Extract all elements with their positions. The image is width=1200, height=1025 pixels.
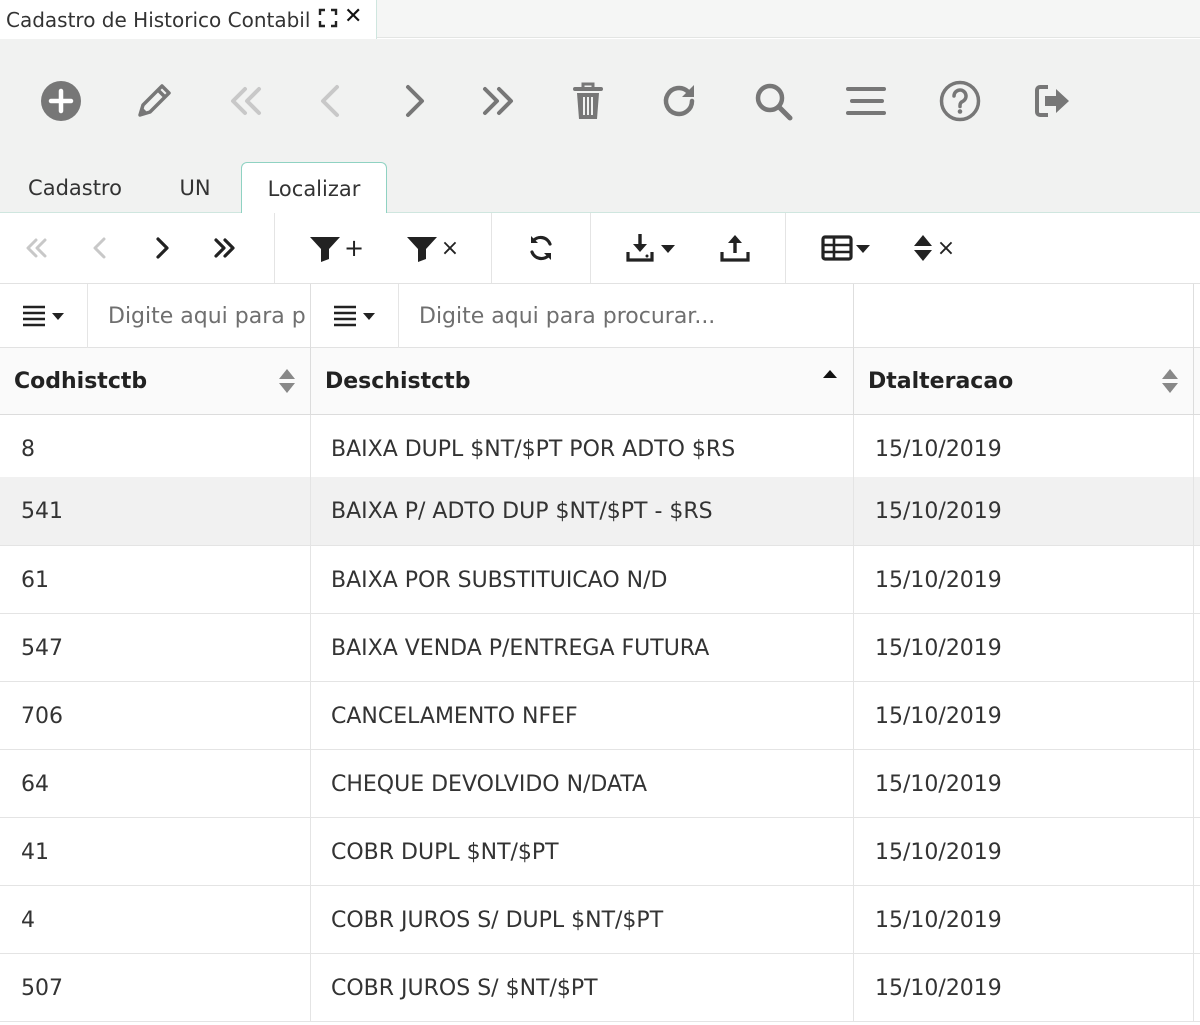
cell-deschistctb[interactable]: CHEQUE DEVOLVIDO N/DATA [311,750,854,818]
cell-dtalteracao[interactable]: 15/10/2019 [854,614,1194,682]
table-row[interactable]: 507 COBR JUROS S/ $NT/$PT 15/10/2019 [0,954,1200,1022]
filter-menu-button[interactable] [0,284,88,348]
last-icon[interactable] [472,75,524,127]
window-tab[interactable]: Cadastro de Historico Contabil ✕ [0,0,377,39]
cell-codhistctb[interactable]: 61 [0,546,311,614]
column-header-label: Codhistctb [14,369,148,394]
table-row[interactable]: 4 COBR JUROS S/ DUPL $NT/$PT 15/10/2019 [0,886,1200,954]
table-row[interactable]: 41 COBR DUPL $NT/$PT 15/10/2019 [0,818,1200,886]
sort-icon[interactable] [1159,366,1181,396]
cell-dtalteracao[interactable]: 15/10/2019 [854,415,1194,483]
maximize-icon[interactable] [316,6,340,30]
grid-toolbar-separator [590,213,591,283]
cell-deschistctb[interactable]: BAIXA P/ ADTO DUP $NT/$PT - $RS [311,477,854,546]
filter-input-deschistctb[interactable] [399,284,849,348]
cell-codhistctb[interactable]: 541 [0,477,311,546]
column-header-label: Deschistctb [325,369,471,394]
table-row[interactable]: 706 CANCELAMENTO NFEF 15/10/2019 [0,682,1200,750]
previous-icon [305,75,357,127]
cell-dtalteracao[interactable]: 15/10/2019 [854,750,1194,818]
grid-next-icon[interactable] [142,226,182,270]
help-icon[interactable] [934,75,986,127]
grid-toolbar-separator [274,213,275,283]
cell-dtalteracao[interactable]: 15/10/2019 [854,546,1194,614]
menu-icon[interactable] [840,75,892,127]
add-icon[interactable] [35,75,87,127]
import-icon[interactable] [715,226,755,270]
cell-dtalteracao[interactable]: 15/10/2019 [854,477,1194,546]
cell-codhistctb[interactable]: 8 [0,415,311,483]
sort-ascending-icon[interactable] [819,366,841,396]
sort-clear-glyph: × [936,235,956,261]
cell-deschistctb[interactable]: COBR DUPL $NT/$PT [311,818,854,886]
cell-codhistctb[interactable]: 64 [0,750,311,818]
filter-add-button[interactable]: + [305,226,367,270]
chevron-down-icon [661,245,675,253]
table-row[interactable]: 61 BAIXA POR SUBSTITUICAO N/D 15/10/2019 [0,546,1200,614]
exit-icon[interactable] [1027,75,1079,127]
delete-icon[interactable] [562,75,614,127]
cell-deschistctb[interactable]: BAIXA VENDA P/ENTREGA FUTURA [311,614,854,682]
cell-deschistctb[interactable]: BAIXA POR SUBSTITUICAO N/D [311,546,854,614]
search-icon[interactable] [747,75,799,127]
columns-button[interactable] [815,226,877,270]
grid-last-icon[interactable] [205,226,245,270]
tab-un-label: UN [179,176,211,200]
cell-dtalteracao[interactable]: 15/10/2019 [854,682,1194,750]
cell-codhistctb[interactable]: 507 [0,954,311,1022]
cell-codhistctb[interactable]: 706 [0,682,311,750]
table-row[interactable]: 8 BAIXA DUPL $NT/$PT POR ADTO $RS 15/10/… [0,415,1200,483]
filter-cell-dtalteracao [854,284,1194,348]
chevron-down-icon [856,245,870,253]
cell-codhistctb[interactable]: 41 [0,818,311,886]
column-header-codhistctb[interactable]: Codhistctb [0,348,311,415]
table-row[interactable]: 64 CHEQUE DEVOLVIDO N/DATA 15/10/2019 [0,750,1200,818]
filter-add-glyph: + [343,234,365,262]
filter-cell-deschistctb [311,284,854,348]
filter-input-codhistctb[interactable] [88,284,306,348]
grid-body: 8 BAIXA DUPL $NT/$PT POR ADTO $RS 15/10/… [0,415,1200,1025]
filter-clear-button[interactable]: × [402,226,462,270]
grid-toolbar-separator [785,213,786,283]
filter-menu-button[interactable] [311,284,399,348]
table-row[interactable]: 541 BAIXA P/ ADTO DUP $NT/$PT - $RS 15/1… [0,477,1200,546]
column-header-label: Dtalteracao [868,369,1014,394]
sort-clear-button[interactable]: × [908,226,958,270]
tab-cadastro-label: Cadastro [28,176,122,200]
grid-previous-icon [80,226,120,270]
cell-deschistctb[interactable]: CANCELAMENTO NFEF [311,682,854,750]
grid-refresh-icon[interactable] [520,226,562,270]
cell-deschistctb[interactable]: BAIXA DUPL $NT/$PT POR ADTO $RS [311,415,854,483]
cell-deschistctb[interactable]: COBR JUROS S/ DUPL $NT/$PT [311,886,854,954]
grid-header: Codhistctb Deschistctb Dtalteracao [0,348,1200,415]
window-tabbar: Cadastro de Historico Contabil ✕ [0,0,1200,39]
tab-un[interactable]: UN [150,162,240,214]
cell-deschistctb[interactable]: COBR JUROS S/ $NT/$PT [311,954,854,1022]
tab-cadastro[interactable]: Cadastro [0,162,150,214]
export-button[interactable] [620,226,682,270]
next-icon[interactable] [388,75,440,127]
filter-row [0,284,1200,348]
cell-dtalteracao[interactable]: 15/10/2019 [854,954,1194,1022]
column-header-dtalteracao[interactable]: Dtalteracao [854,348,1194,415]
tab-localizar[interactable]: Localizar [241,162,387,215]
tab-localizar-label: Localizar [267,177,361,201]
cell-codhistctb[interactable]: 547 [0,614,311,682]
column-header-deschistctb[interactable]: Deschistctb [311,348,854,415]
sort-icon[interactable] [276,366,298,396]
grid-toolbar-separator [491,213,492,283]
window-title: Cadastro de Historico Contabil [6,7,311,32]
table-row[interactable]: 547 BAIXA VENDA P/ENTREGA FUTURA 15/10/2… [0,614,1200,682]
cell-dtalteracao[interactable]: 15/10/2019 [854,886,1194,954]
filter-cell-codhistctb [0,284,311,348]
grid-toolbar: + × × [0,213,1200,284]
edit-icon[interactable] [128,75,180,127]
cell-dtalteracao[interactable]: 15/10/2019 [854,818,1194,886]
close-icon[interactable]: ✕ [344,4,362,30]
first-icon [220,75,272,127]
refresh-icon[interactable] [654,75,706,127]
grid-first-icon [16,226,56,270]
cell-codhistctb[interactable]: 4 [0,886,311,954]
filter-clear-glyph: × [440,235,460,261]
